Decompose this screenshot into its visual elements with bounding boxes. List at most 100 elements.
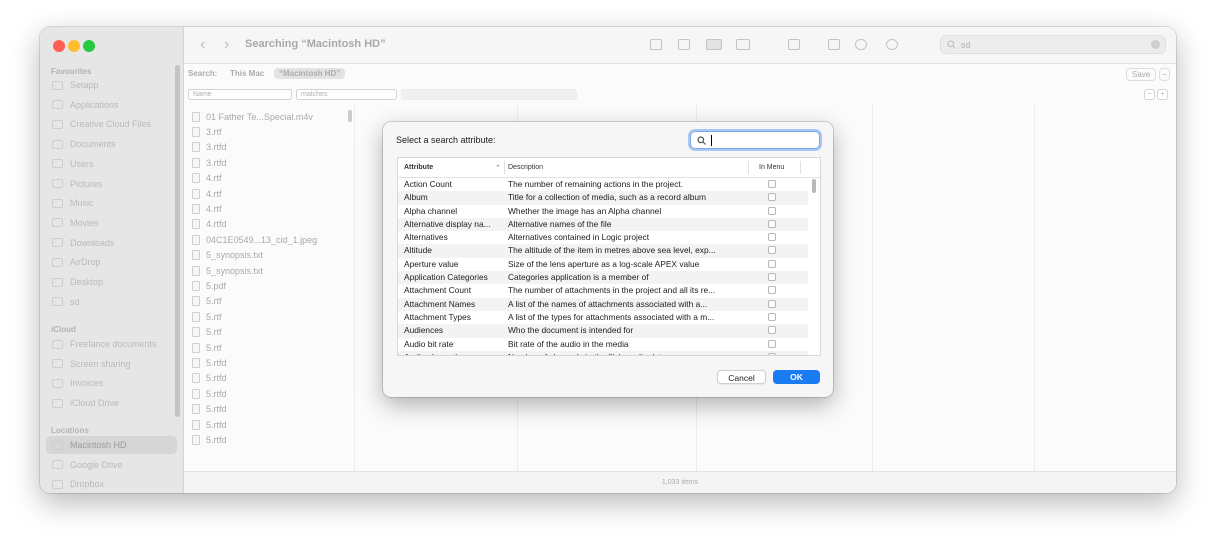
file-item[interactable]: 4.rtf [192, 171, 352, 186]
file-item[interactable]: 5.rtfd [192, 355, 352, 370]
table-row[interactable]: Action Count The number of remaining acti… [398, 178, 808, 191]
file-item[interactable]: 5.rtf [192, 324, 352, 339]
in-menu-checkbox[interactable] [768, 286, 776, 295]
sidebar-item[interactable]: Google Drive [46, 456, 177, 474]
in-menu-checkbox[interactable] [768, 206, 776, 215]
criteria-value-field[interactable] [401, 89, 577, 100]
clear-search-icon[interactable] [1151, 40, 1160, 49]
criteria-attribute-select[interactable]: Name [188, 89, 292, 100]
sidebar-item[interactable]: iCloud Drive [46, 394, 177, 412]
file-item[interactable]: 5.rtf [192, 294, 352, 309]
sidebar-item[interactable]: Macintosh HD [46, 436, 177, 454]
file-item[interactable]: 3.rtfd [192, 140, 352, 155]
column-divider[interactable] [1034, 105, 1035, 475]
in-menu-checkbox[interactable] [768, 233, 776, 242]
file-item[interactable]: 5.rtf [192, 309, 352, 324]
sidebar-item[interactable]: Setapp [46, 76, 177, 94]
file-item[interactable]: 4.rtfd [192, 217, 352, 232]
toolbar-search-field[interactable]: sd [940, 35, 1166, 54]
in-menu-checkbox[interactable] [768, 312, 776, 321]
sidebar-item[interactable]: Movies [46, 214, 177, 232]
sidebar-item[interactable]: Creative Cloud Files [46, 115, 177, 133]
column-divider[interactable] [872, 105, 873, 475]
add-criterion-icon[interactable]: + [1157, 89, 1168, 100]
table-row[interactable]: Alpha channel Whether the image has an Al… [398, 205, 808, 218]
file-item[interactable]: 5.rtfd [192, 432, 352, 447]
in-menu-checkbox[interactable] [768, 180, 776, 188]
file-item[interactable]: 4.rtf [192, 201, 352, 216]
sidebar-item[interactable]: sd [46, 293, 177, 311]
table-row[interactable]: Application Categories Categories applica… [398, 271, 808, 285]
in-menu-checkbox[interactable] [768, 273, 776, 282]
sidebar-item[interactable]: Screen sharing [46, 355, 177, 373]
column-divider[interactable] [748, 161, 749, 174]
save-search-button[interactable]: Save [1126, 68, 1157, 81]
back-icon[interactable]: ‹ [200, 36, 205, 54]
file-item[interactable]: 4.rtf [192, 186, 352, 201]
column-view-icon[interactable] [706, 39, 722, 50]
sidebar-item[interactable]: Pictures [46, 175, 177, 193]
remove-criteria-icon[interactable]: − [1159, 68, 1170, 81]
in-menu-checkbox[interactable] [768, 352, 776, 355]
table-row[interactable]: Attachment Count The number of attachment… [398, 284, 808, 297]
zoom-window-button[interactable] [83, 40, 95, 52]
table-row[interactable]: Alternative display na... Alternative nam… [398, 217, 808, 232]
table-row[interactable]: Album Title for a collection of media, su… [398, 191, 808, 205]
file-column-scrollbar[interactable] [348, 110, 352, 122]
column-header-description[interactable]: Description [508, 164, 543, 171]
column-header-in-menu[interactable]: In Menu [759, 164, 784, 171]
file-item[interactable]: 5.rtfd [192, 401, 352, 416]
column-divider[interactable] [354, 105, 355, 475]
column-header-attribute[interactable]: Attribute [404, 164, 433, 171]
sidebar-item[interactable]: AirDrop [46, 253, 177, 271]
sidebar-item[interactable]: Downloads [46, 234, 177, 252]
share-icon[interactable] [828, 39, 840, 50]
forward-icon[interactable]: › [224, 36, 229, 54]
attribute-search-field[interactable] [690, 131, 820, 149]
table-scrollbar[interactable] [812, 179, 816, 193]
scope-this-mac[interactable]: This Mac [225, 68, 269, 79]
file-item[interactable]: 5_synopsis.txt [192, 263, 352, 278]
in-menu-checkbox[interactable] [768, 299, 776, 308]
list-view-icon[interactable] [678, 39, 690, 50]
column-divider[interactable] [504, 161, 505, 174]
scope-macintosh-hd[interactable]: “Macintosh HD” [274, 68, 346, 79]
more-actions-icon[interactable] [886, 39, 898, 50]
tag-icon[interactable] [855, 39, 867, 50]
file-item[interactable]: 01 Father Te...Special.m4v [192, 109, 352, 124]
table-row[interactable]: Audio channels Number of channels in the … [398, 350, 808, 355]
in-menu-checkbox[interactable] [768, 219, 776, 228]
sidebar-item[interactable]: Desktop [46, 273, 177, 291]
sidebar-item[interactable]: Dropbox [46, 475, 177, 493]
sidebar-item[interactable]: Music [46, 194, 177, 212]
sort-ascending-icon[interactable]: ⌃ [495, 164, 501, 172]
table-row[interactable]: Alternatives Alternatives contained in Lo… [398, 231, 808, 244]
table-row[interactable]: Audio bit rate Bit rate of the audio in t… [398, 338, 808, 351]
sidebar-scrollbar[interactable] [175, 65, 180, 417]
criteria-operator-select[interactable]: matches [296, 89, 397, 100]
gallery-view-icon[interactable] [736, 39, 750, 50]
remove-criterion-icon[interactable]: − [1144, 89, 1155, 100]
table-row[interactable]: Audiences Who the document is intended fo… [398, 324, 808, 338]
in-menu-checkbox[interactable] [768, 193, 776, 202]
in-menu-checkbox[interactable] [768, 246, 776, 255]
table-row[interactable]: Altitude The altitude of the item in metr… [398, 244, 808, 258]
sidebar-item[interactable]: Users [46, 155, 177, 173]
minimize-window-button[interactable] [68, 40, 80, 52]
sidebar-item[interactable]: Freelance documents [46, 335, 177, 353]
file-item[interactable]: 3.rtf [192, 124, 352, 139]
file-item[interactable]: 04C1E0549...13_cid_1.jpeg [192, 232, 352, 247]
file-item[interactable]: 3.rtfd [192, 155, 352, 170]
file-item[interactable]: 5_synopsis.txt [192, 248, 352, 263]
table-row[interactable]: Aperture value Size of the lens aperture … [398, 258, 808, 271]
icon-view-icon[interactable] [650, 39, 662, 50]
file-item[interactable]: 5.pdf [192, 278, 352, 293]
file-item[interactable]: 5.rtf [192, 340, 352, 355]
group-icon[interactable] [788, 39, 800, 50]
column-divider[interactable] [800, 161, 801, 174]
sidebar-item[interactable]: Applications [46, 96, 177, 114]
close-window-button[interactable] [53, 40, 65, 52]
in-menu-checkbox[interactable] [768, 259, 776, 268]
file-item[interactable]: 5.rtfd [192, 417, 352, 432]
table-row[interactable]: Attachment Names A list of the names of a… [398, 297, 808, 311]
